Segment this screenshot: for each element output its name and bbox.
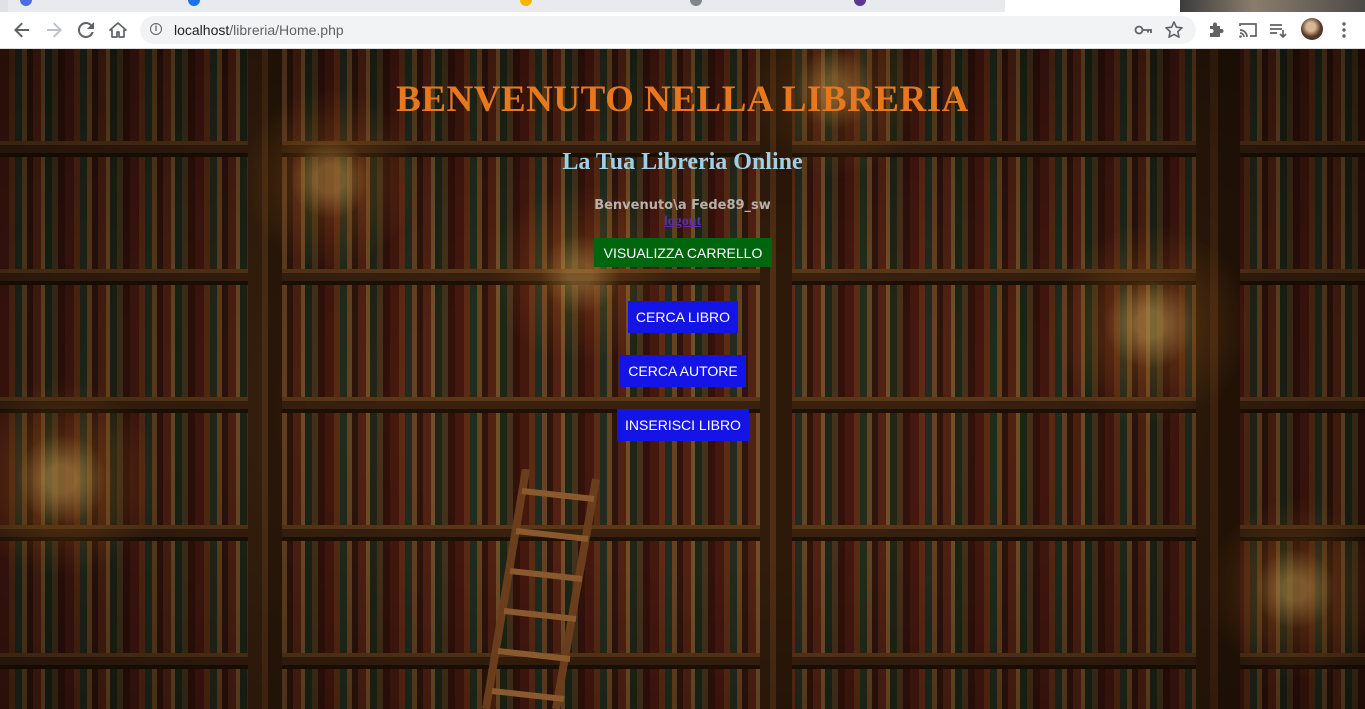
puzzle-icon	[1210, 22, 1224, 37]
address-bar[interactable]: i localhost/libreria/Home.php	[140, 16, 1196, 44]
home-button[interactable]	[104, 16, 132, 44]
tab-favicon-icon	[20, 0, 32, 6]
reload-icon	[78, 22, 94, 38]
browser-tab[interactable]	[508, 0, 679, 12]
search-book-button[interactable]: CERCA LIBRO	[628, 301, 738, 333]
cast-icon	[1239, 23, 1257, 38]
browser-tab[interactable]	[176, 0, 343, 12]
cast-button[interactable]	[1234, 16, 1262, 44]
insert-book-button[interactable]: INSERISCI LIBRO	[617, 409, 749, 441]
view-cart-button[interactable]: VISUALIZZA CARRELLO	[594, 238, 772, 267]
browser-toolbar: i localhost/libreria/Home.php	[0, 12, 1365, 49]
browser-tab[interactable]	[342, 0, 509, 12]
extensions-button[interactable]	[1202, 16, 1230, 44]
browser-tab-active[interactable]	[1005, 0, 1180, 12]
arrow-left-icon	[14, 22, 29, 38]
reload-button[interactable]	[72, 16, 100, 44]
search-author-button[interactable]: CERCA AUTORE	[620, 355, 746, 387]
kebab-menu-icon	[1342, 22, 1346, 38]
page-content: BENVENUTO NELLA LIBRERIA La Tua Libreria…	[0, 49, 1365, 709]
page-title: BENVENUTO NELLA LIBRERIA	[396, 79, 969, 120]
browser-tab[interactable]	[678, 0, 845, 12]
window-controls-area	[1180, 0, 1365, 12]
browser-menu-button[interactable]	[1330, 16, 1358, 44]
back-button[interactable]	[8, 16, 36, 44]
browser-tab-strip	[0, 0, 1365, 12]
arrow-right-icon	[47, 22, 62, 38]
info-icon[interactable]: i	[150, 23, 162, 35]
url-path: /libreria/Home.php	[229, 22, 344, 38]
reading-list-button[interactable]	[1264, 16, 1292, 44]
forward-button[interactable]	[40, 16, 68, 44]
tab-favicon-icon	[520, 0, 532, 6]
tab-favicon-icon	[854, 0, 866, 6]
welcome-message: Benvenuto\a Fede89_sw	[594, 198, 771, 213]
logout-link[interactable]: logout	[0, 214, 1365, 230]
browser-tab[interactable]	[8, 0, 177, 12]
url-host: localhost	[174, 22, 230, 38]
browser-tab[interactable]	[844, 0, 1006, 12]
reading-list-icon	[1270, 24, 1287, 38]
page-subtitle: La Tua Libreria Online	[562, 149, 803, 175]
tab-favicon-icon	[690, 0, 702, 6]
key-icon[interactable]	[1134, 21, 1152, 39]
tab-favicon-icon	[188, 0, 200, 6]
profile-avatar[interactable]	[1301, 18, 1323, 40]
home-icon	[109, 22, 127, 38]
star-icon[interactable]	[1164, 20, 1184, 40]
url-text: localhost/libreria/Home.php	[174, 22, 344, 38]
